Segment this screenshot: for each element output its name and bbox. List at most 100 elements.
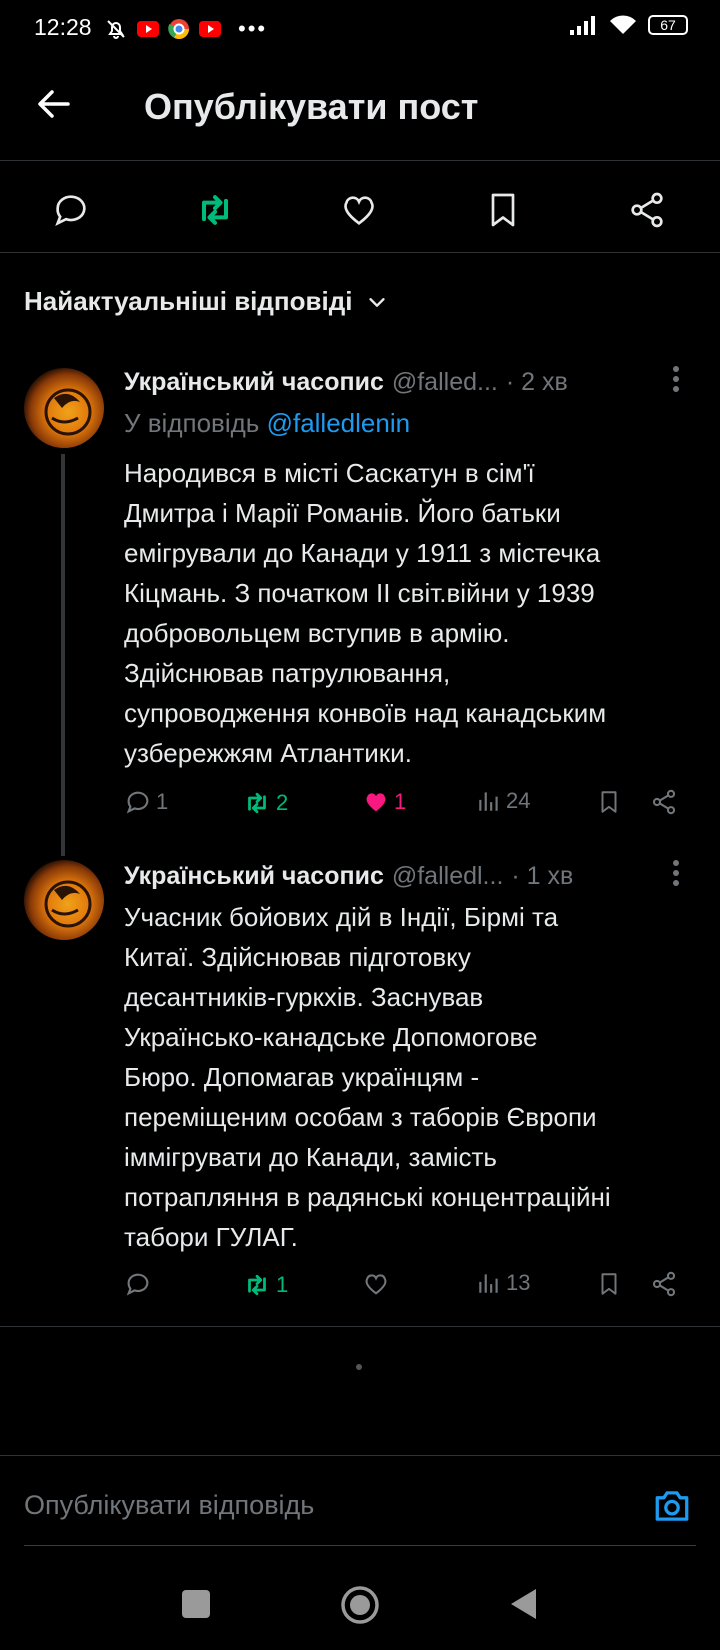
tweet-header: Український часопис @falledl... · 1 хв bbox=[124, 862, 573, 891]
avatar[interactable] bbox=[24, 368, 104, 448]
wifi-icon bbox=[610, 15, 636, 34]
tweet-text: Народився в місті Саскатун в сім'ї Дмитр… bbox=[124, 453, 704, 773]
views-icon bbox=[479, 1274, 498, 1293]
like-count: 1 bbox=[394, 789, 407, 814]
back-button[interactable] bbox=[34, 84, 78, 128]
bookmark-icon bbox=[601, 791, 617, 813]
tweet-text: Учасник бойових дій в Індії, Бірмі та Ки… bbox=[124, 897, 704, 1257]
bookmark-button[interactable] bbox=[478, 185, 528, 235]
share-stat[interactable] bbox=[650, 1270, 678, 1298]
repost-icon bbox=[248, 1274, 266, 1296]
avatar-emblem bbox=[44, 388, 92, 436]
reply-count: 1 bbox=[156, 789, 169, 814]
author-handle[interactable]: @falledl... bbox=[392, 862, 504, 891]
repost-count: 1 bbox=[276, 1272, 289, 1297]
comment-icon bbox=[126, 1273, 149, 1296]
reply-to-handle[interactable]: @falledlenin bbox=[267, 408, 410, 438]
tweet-line: переміщеним особам з таборів Європи bbox=[124, 1102, 597, 1132]
avatar[interactable] bbox=[24, 860, 104, 940]
sort-label: Найактуальніші відповіді bbox=[24, 286, 353, 316]
bookmark-stat[interactable] bbox=[596, 788, 622, 816]
author-name[interactable]: Український часопис bbox=[124, 862, 384, 891]
composer-divider bbox=[0, 1455, 720, 1456]
camera-icon bbox=[655, 1491, 689, 1521]
avatar-emblem bbox=[44, 880, 92, 928]
more-options-icon[interactable] bbox=[672, 858, 680, 895]
tweet-divider bbox=[0, 1326, 720, 1327]
tweet-line: Дмитра і Марії Романів. Його батьки bbox=[124, 498, 561, 528]
more-notifications-icon: ••• bbox=[238, 16, 268, 41]
reply-stat[interactable]: 1 bbox=[124, 788, 168, 816]
more-options-icon[interactable] bbox=[672, 364, 680, 401]
back-arrow-icon bbox=[38, 90, 70, 118]
heart-icon bbox=[344, 196, 374, 226]
tweet-line: узбережжям Атлантики. bbox=[124, 738, 412, 768]
chevron-down-icon bbox=[369, 297, 386, 307]
tweet-line: Учасник бойових дій в Індії, Бірмі та bbox=[124, 902, 559, 932]
tweet-line: супроводження конвоїв над канадським bbox=[124, 698, 607, 728]
home-button[interactable] bbox=[340, 1585, 380, 1630]
share-stat[interactable] bbox=[650, 788, 678, 816]
repost-stat[interactable]: 2 bbox=[242, 788, 288, 818]
bookmark-icon bbox=[601, 1273, 617, 1295]
tweet-stats: 1 13 bbox=[124, 1270, 694, 1310]
reply-stat[interactable] bbox=[124, 1270, 156, 1298]
header-divider bbox=[0, 160, 720, 161]
back-triangle-icon bbox=[511, 1589, 536, 1619]
bookmark-stat[interactable] bbox=[596, 1270, 622, 1298]
tweet-line: Кіцмань. З початком ІІ світ.війни у 1939 bbox=[124, 578, 595, 608]
share-icon bbox=[652, 1271, 676, 1297]
like-stat[interactable] bbox=[362, 1270, 394, 1298]
tweet-line: потрапляння в радянські концентраційні bbox=[124, 1182, 611, 1212]
home-circle-icon bbox=[341, 1586, 379, 1624]
tweet-line: Здійснював патрулювання, bbox=[124, 658, 451, 688]
repost-stat[interactable]: 1 bbox=[242, 1270, 288, 1300]
share-button[interactable] bbox=[622, 185, 672, 235]
comment-icon bbox=[126, 791, 149, 814]
views-icon bbox=[479, 792, 498, 811]
battery-level: 67 bbox=[660, 17, 676, 33]
heart-icon bbox=[365, 1274, 387, 1295]
reply-input[interactable]: Опублікувати відповідь bbox=[24, 1490, 314, 1521]
page-title: Опублікувати пост bbox=[144, 86, 479, 127]
views-count: 24 bbox=[506, 788, 531, 813]
chrome-icon bbox=[168, 19, 189, 39]
author-name[interactable]: Український часопис bbox=[124, 368, 384, 397]
recents-button[interactable] bbox=[182, 1590, 210, 1618]
tweet-time: · 1 хв bbox=[511, 862, 574, 890]
tweet-stats: 1 2 1 24 bbox=[124, 788, 694, 828]
camera-button[interactable] bbox=[652, 1488, 692, 1529]
tweet-line: десантників-гуркхів. Заснував bbox=[124, 982, 484, 1012]
system-icons: 67 bbox=[568, 14, 688, 36]
tweet-line: табори ГУЛАГ. bbox=[124, 1222, 298, 1252]
tweet-header: Український часопис @falled... · 2 хв bbox=[124, 368, 568, 397]
reply-button[interactable] bbox=[46, 185, 96, 235]
notification-icons: ••• bbox=[104, 16, 267, 42]
comment-icon bbox=[55, 195, 86, 227]
back-nav-button[interactable] bbox=[508, 1587, 538, 1626]
like-button[interactable] bbox=[334, 185, 384, 235]
youtube-icon-2 bbox=[199, 21, 221, 37]
repost-icon bbox=[201, 195, 229, 225]
sort-dropdown[interactable]: Найактуальніші відповіді bbox=[24, 286, 388, 317]
thread-connector bbox=[61, 454, 65, 856]
reply-to-prefix: У відповідь bbox=[124, 408, 267, 438]
tweet-line: емігрували до Канади у 1911 з містечка bbox=[124, 538, 601, 568]
bookmark-icon bbox=[491, 193, 515, 227]
views-count: 13 bbox=[506, 1270, 531, 1295]
views-stat[interactable]: 13 bbox=[476, 1270, 530, 1296]
tweet-line: Бюро. Допомагав українцям - bbox=[124, 1062, 480, 1092]
repost-button[interactable] bbox=[190, 185, 240, 235]
tweet-line: Народився в місті Саскатун в сім'ї bbox=[124, 458, 535, 488]
repost-icon bbox=[248, 792, 266, 814]
tweet-line: добровольцем вступив в армію. bbox=[124, 618, 510, 648]
status-bar: 12:28 ••• 67 bbox=[0, 0, 720, 56]
tweet-line: іммігрувати до Канади, замість bbox=[124, 1142, 497, 1172]
like-stat[interactable]: 1 bbox=[362, 788, 406, 816]
views-stat[interactable]: 24 bbox=[476, 788, 530, 814]
tweet-time: · 2 хв bbox=[505, 368, 568, 396]
heart-filled-icon bbox=[366, 793, 386, 812]
youtube-icon bbox=[137, 21, 159, 37]
tweet-line: Українсько-канадське Допомогове bbox=[124, 1022, 538, 1052]
author-handle[interactable]: @falled... bbox=[392, 368, 498, 397]
